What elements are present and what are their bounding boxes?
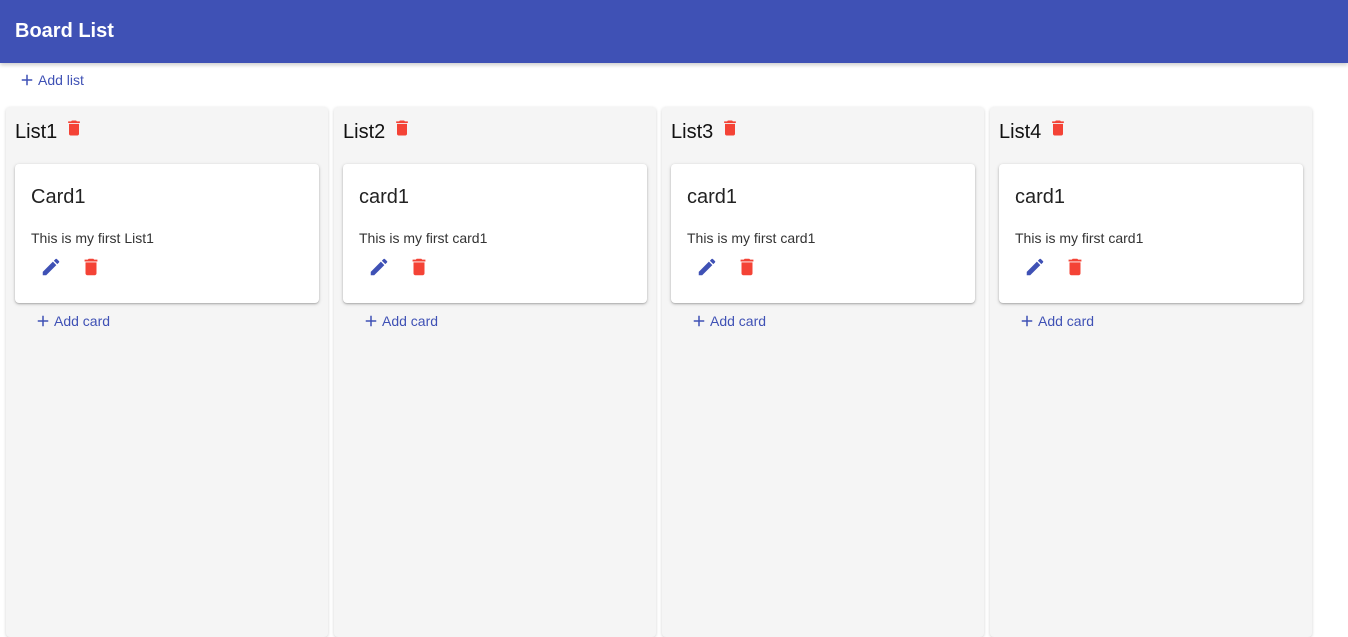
card: card1 This is my first card1 [671,164,975,303]
plus-icon [690,312,708,330]
add-list-label: Add list [38,72,84,88]
add-card-label: Add card [382,313,439,329]
board-list-4: List4 card1 This is my first card1 Add c… [990,107,1312,637]
trash-icon [408,256,430,278]
card-title: Card1 [31,186,86,208]
board-list-2: List2 card1 This is my first card1 Add c… [334,107,656,637]
pencil-icon [368,256,390,278]
card-description: This is my first List1 [31,230,154,246]
pencil-icon [1024,256,1046,278]
delete-card-button[interactable] [405,253,433,281]
card: Card1 This is my first List1 [15,164,319,303]
add-card-button[interactable]: Add card [362,309,438,333]
delete-list-button[interactable] [64,117,84,139]
card-description: This is my first card1 [687,230,816,246]
card-title: card1 [359,186,410,208]
card-description: This is my first card1 [359,230,488,246]
list-title: List1 [15,121,58,143]
plus-icon [34,312,52,330]
add-card-label: Add card [1038,313,1095,329]
add-card-button[interactable]: Add card [1018,309,1094,333]
plus-icon [362,312,380,330]
page-title: Board List [15,20,114,42]
delete-list-button[interactable] [720,117,740,139]
card: card1 This is my first card1 [343,164,647,303]
list-title: List3 [671,121,714,143]
app-bar: Board List [0,0,1348,63]
delete-card-button[interactable] [733,253,761,281]
trash-icon [1064,256,1086,278]
add-card-label: Add card [54,313,111,329]
delete-list-button[interactable] [1048,117,1068,139]
edit-card-button[interactable] [365,253,393,281]
delete-list-button[interactable] [392,117,412,139]
pencil-icon [40,256,62,278]
delete-card-button[interactable] [77,253,105,281]
card-description: This is my first card1 [1015,230,1144,246]
plus-icon [18,71,36,89]
add-list-button[interactable]: Add list [14,68,88,92]
plus-icon [1018,312,1036,330]
list-header: List3 [671,117,740,147]
list-title: List4 [999,121,1042,143]
edit-card-button[interactable] [1021,253,1049,281]
trash-icon [720,117,740,139]
list-header: List1 [15,117,84,147]
board-list-1: List1 Card1 This is my first List1 Add c… [6,107,328,637]
trash-icon [64,117,84,139]
card-title: card1 [1015,186,1066,208]
card-actions [37,253,105,281]
card: card1 This is my first card1 [999,164,1303,303]
card-actions [365,253,433,281]
trash-icon [1048,117,1068,139]
delete-card-button[interactable] [1061,253,1089,281]
trash-icon [392,117,412,139]
card-actions [1021,253,1089,281]
trash-icon [80,256,102,278]
board-list-3: List3 card1 This is my first card1 Add c… [662,107,984,637]
list-header: List4 [999,117,1068,147]
pencil-icon [696,256,718,278]
edit-card-button[interactable] [37,253,65,281]
add-card-button[interactable]: Add card [690,309,766,333]
list-title: List2 [343,121,386,143]
add-card-label: Add card [710,313,767,329]
card-actions [693,253,761,281]
edit-card-button[interactable] [693,253,721,281]
add-card-button[interactable]: Add card [34,309,110,333]
card-title: card1 [687,186,738,208]
trash-icon [736,256,758,278]
list-header: List2 [343,117,412,147]
